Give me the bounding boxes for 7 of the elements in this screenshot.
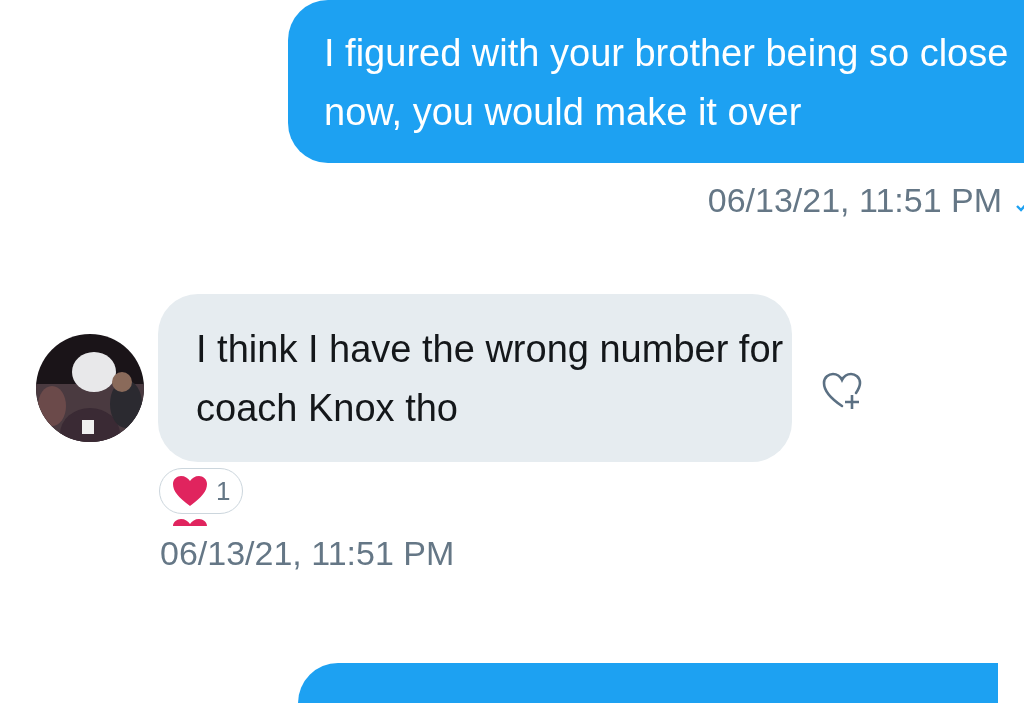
timestamp: 06/13/21, 11:51 PM xyxy=(707,181,1002,220)
timestamp: 06/13/21, 11:51 PM xyxy=(160,534,456,573)
heart-icon xyxy=(172,518,208,526)
heart-icon xyxy=(172,475,208,507)
add-reaction-icon[interactable] xyxy=(822,372,862,410)
message-bubble: I think I have the wrong number for coach Knox tho xyxy=(158,294,792,462)
message-bubble: I figured with your brother being so close now, you would make it over xyxy=(288,0,1024,163)
